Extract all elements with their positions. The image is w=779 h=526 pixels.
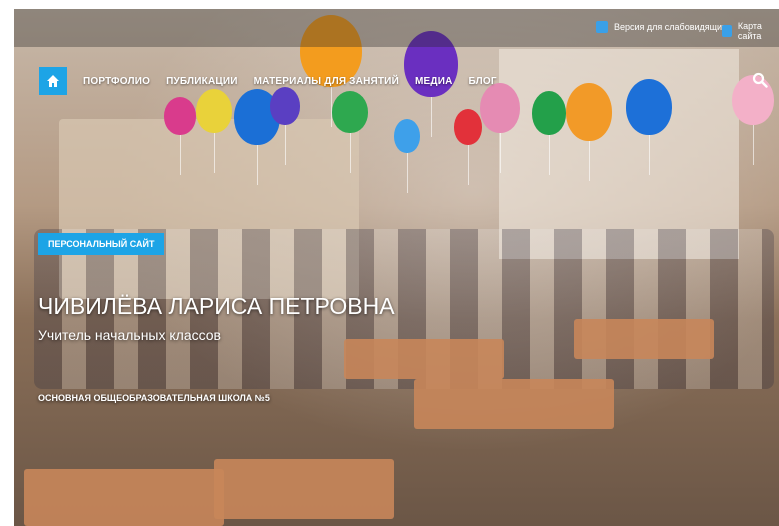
top-utility-bar: Версия для слабовидящих Карта сайта xyxy=(14,9,779,47)
desk xyxy=(574,319,714,359)
sitemap-link[interactable]: Карта сайта xyxy=(722,21,779,41)
sitemap-label: Карта сайта xyxy=(737,21,762,41)
nav-item-publications[interactable]: ПУБЛИКАЦИИ xyxy=(166,76,238,87)
hero-banner: Версия для слабовидящих Карта сайта ПОРТ… xyxy=(14,9,779,526)
low-vision-label: Версия для слабовидящих xyxy=(614,22,727,32)
nav-item-portfolio[interactable]: ПОРТФОЛИО xyxy=(83,76,150,87)
balloon xyxy=(164,97,196,175)
nav-item-blog[interactable]: БЛОГ xyxy=(469,76,497,87)
school-name: ОСНОВНАЯ ОБЩЕОБРАЗОВАТЕЛЬНАЯ ШКОЛА №5 xyxy=(38,393,270,403)
balloon xyxy=(454,109,482,185)
desk xyxy=(344,339,504,379)
nav-item-materials[interactable]: МАТЕРИАЛЫ ДЛЯ ЗАНЯТИЙ xyxy=(254,76,399,87)
page-subtitle: Учитель начальных классов xyxy=(38,327,221,343)
balloon xyxy=(394,119,420,193)
classroom-window xyxy=(499,49,739,259)
glasses-icon xyxy=(596,21,608,33)
balloon xyxy=(566,83,612,181)
sitemap-icon xyxy=(722,25,732,37)
desk xyxy=(24,469,224,526)
home-button[interactable] xyxy=(39,67,67,95)
balloon xyxy=(196,89,232,173)
page-title: ЧИВИЛЁВА ЛАРИСА ПЕТРОВНА xyxy=(38,293,395,319)
personal-site-tag: ПЕРСОНАЛЬНЫЙ САЙТ xyxy=(38,233,165,255)
search-icon[interactable] xyxy=(752,72,768,92)
nav-item-media[interactable]: МЕДИА xyxy=(415,76,453,87)
balloon xyxy=(626,79,672,175)
low-vision-link[interactable]: Версия для слабовидящих xyxy=(596,21,727,33)
balloon xyxy=(332,91,368,173)
desk xyxy=(414,379,614,429)
main-nav: ПОРТФОЛИО ПУБЛИКАЦИИ МАТЕРИАЛЫ ДЛЯ ЗАНЯТ… xyxy=(39,67,497,95)
home-icon xyxy=(47,75,59,87)
balloon xyxy=(532,91,566,175)
desk xyxy=(214,459,394,519)
